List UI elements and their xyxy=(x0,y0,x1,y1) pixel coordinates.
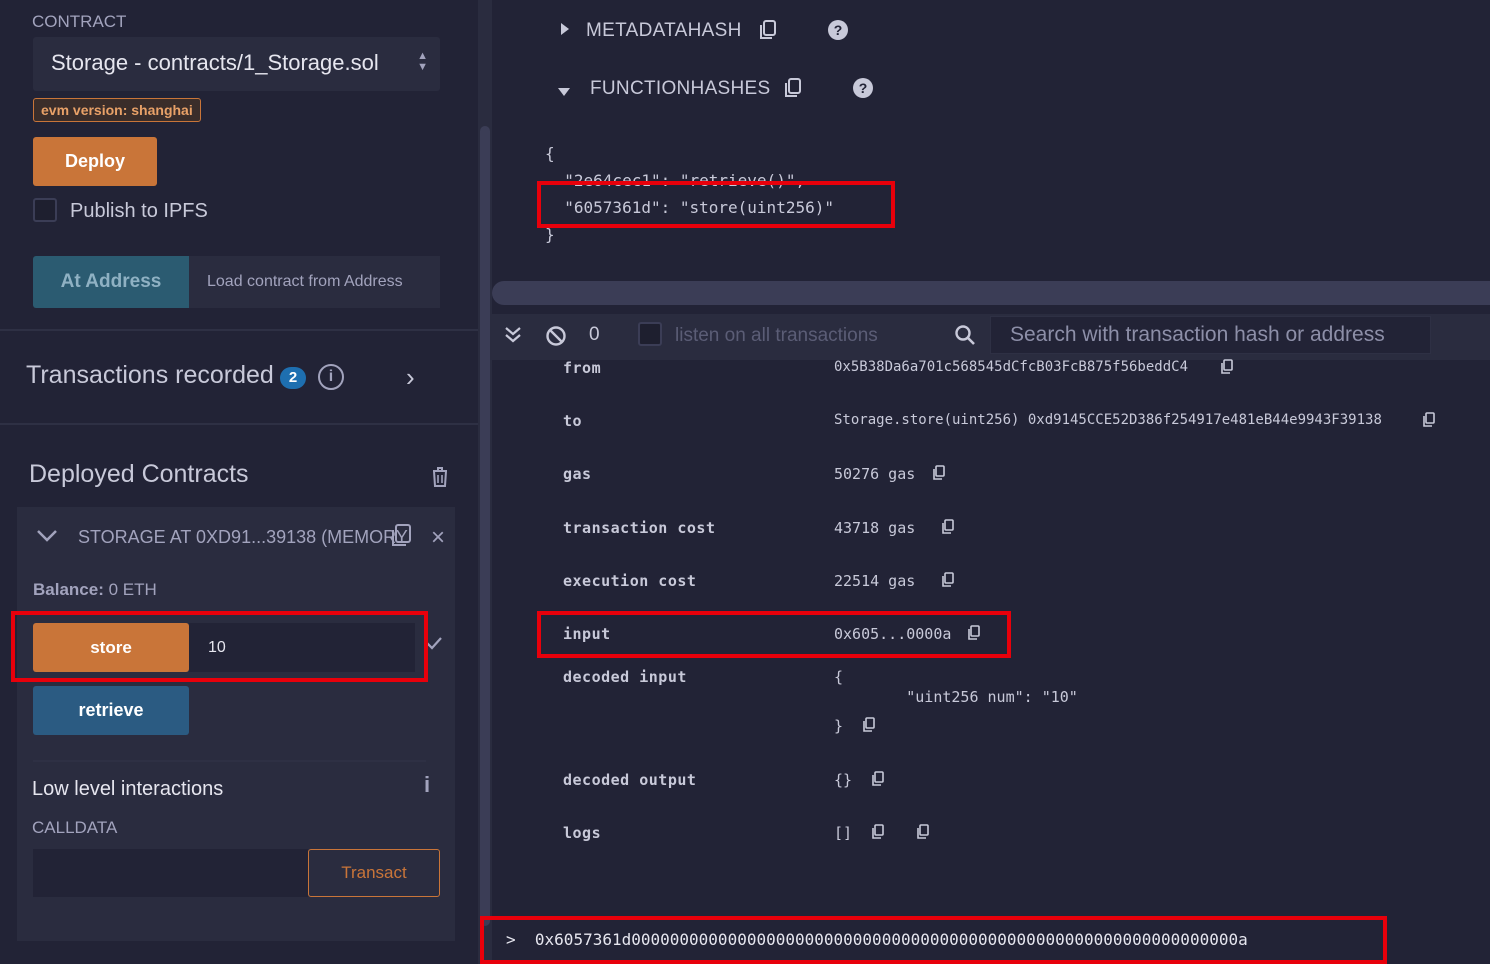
at-address-button[interactable]: At Address xyxy=(33,256,189,308)
copy-icon[interactable] xyxy=(870,771,884,792)
transactions-count-badge: 2 xyxy=(280,367,306,389)
tx-decoded-output-value: {} xyxy=(834,771,853,789)
copy-icon[interactable] xyxy=(1219,359,1233,380)
terminal-search-input[interactable]: Search with transaction hash or address xyxy=(990,316,1431,354)
help-icon[interactable]: ? xyxy=(853,78,873,98)
search-icon xyxy=(954,324,976,351)
tx-logs-value: [] xyxy=(834,824,853,842)
retrieve-button[interactable]: retrieve xyxy=(33,686,189,735)
trash-icon[interactable] xyxy=(430,466,450,493)
listen-all-label: listen on all transactions xyxy=(675,325,878,346)
calldata-label: CALLDATA xyxy=(32,818,118,837)
divider xyxy=(0,423,478,425)
caret-right-icon[interactable] xyxy=(560,22,570,41)
contract-label: CONTRACT xyxy=(32,12,127,31)
tx-to-value: Storage.store(uint256) 0xd9145CCE52D386f… xyxy=(834,412,1382,428)
highlight-box xyxy=(537,181,895,228)
scrollbar-thumb[interactable] xyxy=(480,126,490,926)
tx-to-key: to xyxy=(563,412,583,430)
tx-decoded-input-line: "uint256 num": "10" xyxy=(834,688,1078,706)
balance-label: Balance: xyxy=(33,580,104,599)
low-level-interactions-label: Low level interactions xyxy=(32,778,224,800)
left-scrollbar[interactable] xyxy=(478,0,492,964)
divider xyxy=(0,329,478,331)
contract-select[interactable]: Storage - contracts/1_Storage.sol ▲ ▼ xyxy=(33,37,440,91)
contract-select-value: Storage - contracts/1_Storage.sol xyxy=(51,50,379,75)
deployed-contracts-title: Deployed Contracts xyxy=(29,460,249,488)
tx-from-key: from xyxy=(563,359,602,377)
chevron-right-icon[interactable]: › xyxy=(406,362,415,393)
publish-ipfs-checkbox[interactable] xyxy=(33,198,57,222)
deploy-button[interactable]: Deploy xyxy=(33,137,157,186)
copy-icon[interactable] xyxy=(915,824,929,845)
tx-transaction-cost-value: 43718 gas xyxy=(834,519,916,537)
copy-icon[interactable] xyxy=(870,824,884,845)
calldata-input[interactable] xyxy=(33,849,308,897)
transactions-recorded-label: Transactions recorded xyxy=(26,361,274,389)
copy-icon[interactable] xyxy=(940,519,954,540)
balance: Balance: 0 ETH xyxy=(33,580,157,600)
close-icon[interactable]: × xyxy=(431,524,445,552)
highlight-box xyxy=(537,611,1011,658)
clear-console-icon[interactable] xyxy=(545,325,567,352)
divider xyxy=(33,760,426,762)
copy-icon[interactable] xyxy=(757,19,777,46)
select-arrows-icon: ▲ ▼ xyxy=(417,50,428,73)
tx-gas-value: 50276 gas xyxy=(834,465,916,483)
tx-decoded-input-close: } xyxy=(834,717,844,735)
balance-value: 0 ETH xyxy=(108,580,157,599)
copy-icon[interactable] xyxy=(1421,412,1435,433)
tx-gas-key: gas xyxy=(563,465,592,483)
highlight-box xyxy=(480,916,1387,964)
chevron-down-icon[interactable] xyxy=(36,527,58,548)
copy-icon[interactable] xyxy=(782,77,802,104)
double-chevron-down-icon[interactable] xyxy=(504,326,522,349)
terminal-output xyxy=(492,360,1490,964)
tx-transaction-cost-key: transaction cost xyxy=(563,519,716,537)
json-open: { xyxy=(545,144,555,163)
instance-name: STORAGE AT 0XD91...39138 (MEMORY xyxy=(78,527,408,547)
tx-decoded-output-key: decoded output xyxy=(563,771,697,789)
info-icon[interactable]: i xyxy=(424,772,430,798)
copy-icon[interactable] xyxy=(861,717,875,738)
info-icon[interactable]: i xyxy=(318,364,344,390)
tx-from-value: 0x5B38Da6a701c568545dCfcB03FcB875f56bedd… xyxy=(834,359,1189,375)
tx-execution-cost-key: execution cost xyxy=(563,572,697,590)
help-icon[interactable]: ? xyxy=(828,20,848,40)
metadatahash-label[interactable]: METADATAHASH xyxy=(586,20,742,42)
copy-icon[interactable] xyxy=(931,465,945,486)
horizontal-scrollbar[interactable] xyxy=(492,281,1490,305)
tx-decoded-input-key: decoded input xyxy=(563,668,687,686)
copy-icon[interactable] xyxy=(940,572,954,593)
at-address-input[interactable]: Load contract from Address xyxy=(189,256,440,308)
highlight-box xyxy=(11,611,428,682)
transact-button[interactable]: Transact xyxy=(308,849,440,897)
copy-icon[interactable] xyxy=(388,523,412,554)
tx-execution-cost-value: 22514 gas xyxy=(834,572,916,590)
evm-version-badge: evm version: shanghai xyxy=(33,98,201,122)
tx-logs-key: logs xyxy=(563,824,602,842)
tx-decoded-input-open: { xyxy=(834,668,844,686)
pending-tx-count: 0 xyxy=(589,324,600,345)
functionhashes-label[interactable]: FUNCTIONHASHES xyxy=(590,78,771,100)
caret-down-icon[interactable] xyxy=(557,84,571,102)
listen-all-checkbox[interactable] xyxy=(638,322,662,346)
publish-ipfs-label: Publish to IPFS xyxy=(70,200,208,222)
